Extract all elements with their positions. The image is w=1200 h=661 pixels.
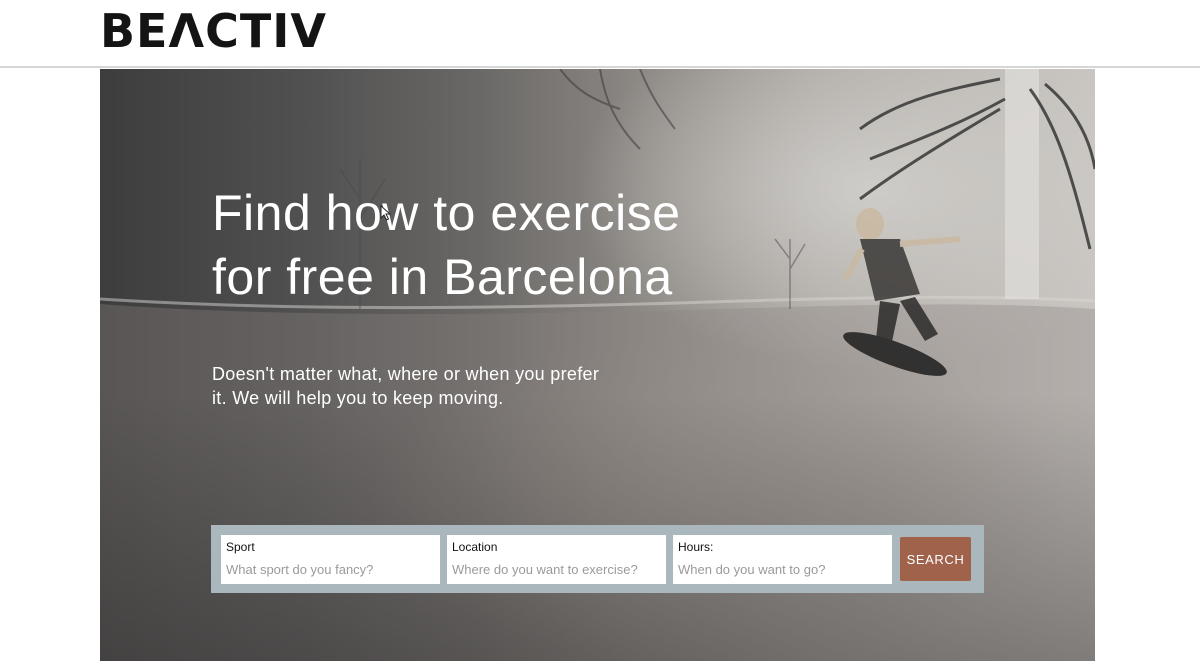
hero-section: Find how to exercise for free in Barcelo… bbox=[100, 69, 1095, 661]
site-header: BEΛCTIV bbox=[0, 0, 1200, 68]
location-input[interactable] bbox=[452, 562, 657, 577]
sport-label: Sport bbox=[226, 540, 255, 554]
location-label: Location bbox=[452, 540, 498, 554]
sport-input[interactable] bbox=[226, 562, 431, 577]
hero-title: Find how to exercise for free in Barcelo… bbox=[212, 185, 681, 305]
brand-logo[interactable]: BEΛCTIV bbox=[100, 3, 327, 59]
location-field[interactable]: Location bbox=[447, 535, 666, 584]
search-button[interactable]: SEARCH bbox=[900, 537, 971, 581]
hours-input[interactable] bbox=[678, 562, 883, 577]
search-bar: Sport Location Hours: SEARCH bbox=[211, 525, 984, 593]
hero-subtitle: Doesn't matter what, where or when you p… bbox=[212, 364, 600, 408]
hours-field[interactable]: Hours: bbox=[673, 535, 892, 584]
mouse-pointer-icon bbox=[380, 205, 392, 221]
sport-field[interactable]: Sport bbox=[221, 535, 440, 584]
hours-label: Hours: bbox=[678, 540, 714, 554]
